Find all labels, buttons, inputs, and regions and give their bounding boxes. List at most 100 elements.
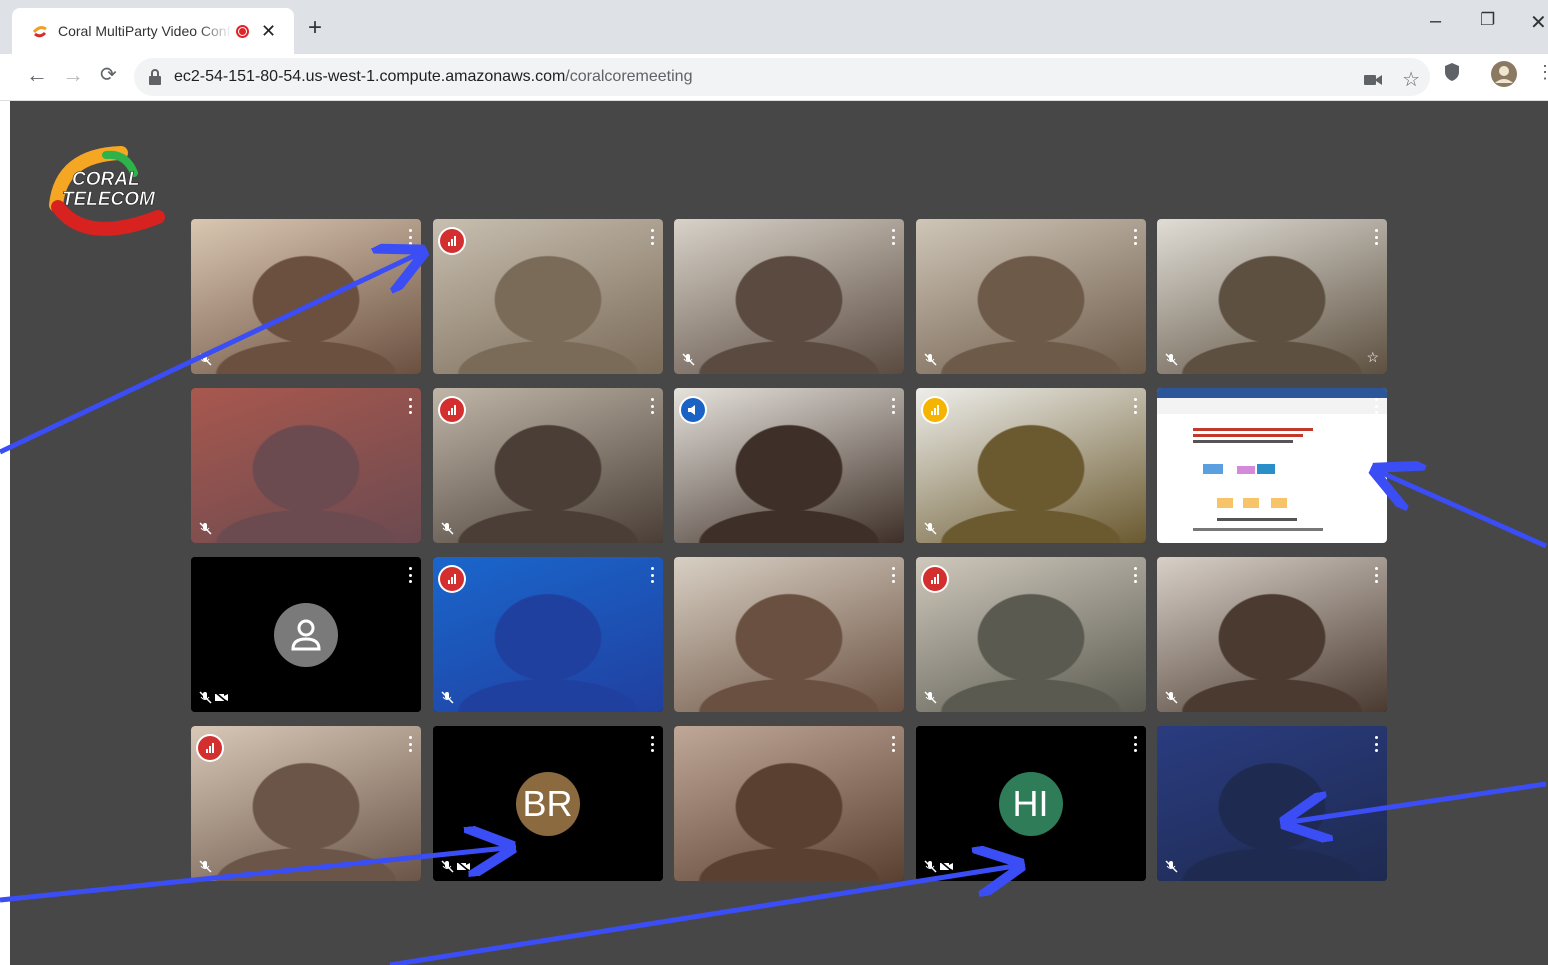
participant-tile[interactable] [674, 557, 904, 712]
video-feed [915, 219, 1146, 374]
coral-favicon-icon [32, 26, 47, 38]
mic-off-icon [199, 860, 212, 873]
address-bar[interactable]: ec2-54-151-80-54.us-west-1.compute.amazo… [134, 58, 1430, 96]
participant-tile[interactable] [674, 388, 904, 543]
tab-title: Coral MultiParty Video Conference [58, 23, 232, 39]
tile-menu-icon[interactable] [1133, 567, 1138, 583]
tile-menu-icon[interactable] [1133, 736, 1138, 752]
participant-tile[interactable] [432, 388, 663, 543]
tile-menu-icon[interactable] [1133, 229, 1138, 245]
participant-tile[interactable] [1157, 557, 1387, 712]
mic-off-icon [199, 691, 212, 704]
reload-button[interactable]: ⟳ [100, 62, 117, 87]
audio-level-icon [439, 567, 464, 591]
minimize-icon[interactable]: – [1430, 10, 1441, 33]
mic-off-icon [199, 353, 212, 366]
participant-initials-avatar: BR [515, 771, 580, 836]
close-icon[interactable]: ✕ [1530, 10, 1547, 35]
browser-menu-icon[interactable]: ⋮ [1536, 62, 1548, 83]
tile-menu-icon[interactable] [1375, 736, 1379, 752]
participant-tile[interactable] [191, 219, 421, 374]
audio-level-icon [439, 229, 464, 253]
participant-tile[interactable] [915, 219, 1146, 374]
participant-tile[interactable] [1157, 726, 1387, 881]
participant-tile[interactable] [191, 557, 421, 712]
tile-menu-icon[interactable] [1375, 567, 1379, 583]
participant-tile[interactable] [674, 219, 904, 374]
tile-menu-icon[interactable] [650, 229, 655, 245]
tile-menu-icon[interactable] [892, 567, 896, 583]
participant-tile[interactable] [1157, 388, 1387, 543]
video-feed [674, 726, 904, 881]
video-feed [674, 557, 904, 712]
video-feed [191, 388, 421, 543]
participant-tile[interactable]: HI [915, 726, 1146, 881]
video-feed [432, 557, 663, 712]
camera-off-icon [456, 860, 470, 873]
conference-app: CORAL TELECOM ☆ BR HI [10, 101, 1548, 965]
tile-menu-icon[interactable] [650, 398, 655, 414]
participant-tile[interactable] [915, 557, 1146, 712]
star-icon[interactable]: ☆ [1366, 349, 1379, 366]
tile-menu-icon[interactable] [409, 567, 413, 583]
participant-tile[interactable] [674, 726, 904, 881]
tile-menu-icon[interactable] [409, 736, 413, 752]
coral-telecom-logo: CORAL TELECOM [49, 146, 165, 236]
browser-tab-strip: Coral MultiParty Video Conference ✕ + – … [0, 0, 1548, 54]
mic-off-icon [199, 522, 212, 535]
mic-off-icon [682, 353, 695, 366]
tile-menu-icon[interactable] [409, 229, 413, 245]
video-feed [915, 557, 1146, 712]
speaking-indicator-icon [681, 398, 705, 422]
participant-tile[interactable]: ☆ [1157, 219, 1387, 374]
tile-menu-icon[interactable] [1375, 398, 1379, 414]
browser-toolbar: ← → ⟳ ec2-54-151-80-54.us-west-1.compute… [0, 54, 1548, 101]
svg-text:TELECOM: TELECOM [62, 189, 156, 210]
camera-in-use-icon[interactable] [1364, 74, 1383, 86]
tile-menu-icon[interactable] [1133, 398, 1138, 414]
extension-shield-icon[interactable] [1444, 62, 1460, 82]
mic-off-icon [923, 691, 937, 704]
url-text: ec2-54-151-80-54.us-west-1.compute.amazo… [174, 68, 692, 86]
camera-off-icon [939, 860, 953, 873]
tile-menu-icon[interactable] [892, 736, 896, 752]
camera-off-icon [214, 691, 229, 704]
mic-off-icon [1165, 860, 1178, 873]
lock-icon [149, 69, 161, 85]
restore-icon[interactable]: ❐ [1480, 10, 1495, 30]
mic-off-icon [440, 691, 454, 704]
video-feed [1157, 726, 1387, 881]
profile-avatar[interactable] [1490, 60, 1518, 88]
recording-indicator-icon [236, 24, 249, 38]
bookmark-star-icon[interactable]: ☆ [1402, 67, 1420, 92]
forward-button[interactable]: → [62, 62, 84, 88]
tile-menu-icon[interactable] [892, 229, 896, 245]
tab-close-icon[interactable]: ✕ [261, 21, 276, 42]
mic-off-icon [1165, 691, 1178, 704]
tile-menu-icon[interactable] [409, 398, 413, 414]
participant-tile[interactable] [915, 388, 1146, 543]
video-feed [191, 219, 421, 374]
url-host: ec2-54-151-80-54.us-west-1.compute.amazo… [174, 68, 566, 85]
mic-off-icon [923, 353, 937, 366]
participant-tile[interactable] [432, 557, 663, 712]
audio-level-icon [439, 398, 464, 422]
tile-menu-icon[interactable] [892, 398, 896, 414]
shared-screen-document [1157, 388, 1387, 543]
tile-menu-icon[interactable] [650, 567, 655, 583]
tile-menu-icon[interactable] [1375, 229, 1379, 245]
back-button[interactable]: ← [26, 62, 48, 88]
video-feed [674, 219, 904, 374]
participant-tile[interactable]: BR [432, 726, 663, 881]
url-path: /coralcoremeeting [565, 68, 693, 85]
browser-tab[interactable]: Coral MultiParty Video Conference ✕ [12, 8, 294, 54]
new-tab-button[interactable]: + [308, 14, 322, 42]
tile-menu-icon[interactable] [650, 736, 655, 752]
participant-tile[interactable] [191, 726, 421, 881]
video-feed [1157, 219, 1387, 374]
mic-off-icon [923, 522, 937, 535]
video-feed [432, 388, 663, 543]
mic-off-icon [923, 860, 937, 873]
participant-tile[interactable] [191, 388, 421, 543]
participant-tile[interactable] [432, 219, 663, 374]
